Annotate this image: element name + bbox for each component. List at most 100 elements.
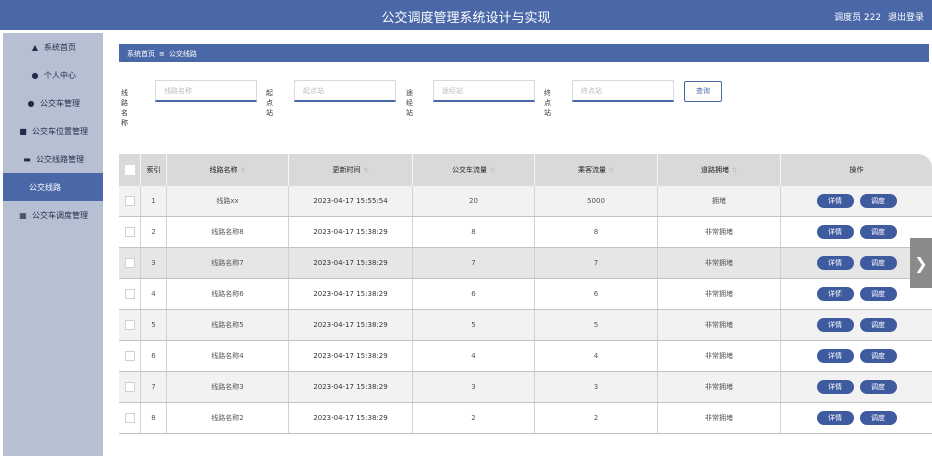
detail-button[interactable]: 详情 [816,194,854,208]
detail-button[interactable]: 详情 [816,225,854,239]
cell-index: 8 [141,403,167,433]
cell-passenger-flow: 6 [535,279,658,309]
column-header-passenger-flow[interactable]: 乘客流量 ⇅ [535,154,658,186]
cell-actions: 详情 调度 [781,186,932,216]
row-checkbox-cell [119,217,141,247]
cell-index: 7 [141,372,167,402]
logout-link[interactable]: 退出登录 [888,13,924,23]
cell-congestion: 非常拥堵 [658,403,781,433]
column-header-bus-flow[interactable]: 公交车流量 ⇅ [413,154,535,186]
sort-icon: ⇅ [608,166,615,174]
table-row[interactable]: 1 线路xx 2023-04-17 15:55:54 20 5000 拥堵 详情 调度 [119,186,932,217]
sidebar-item-label: 系统首页 [44,42,76,52]
sidebar-item-bus-routes[interactable]: 公交线路 [3,173,103,201]
clipboard-icon: ■ [19,126,27,136]
cell-update-time: 2023-04-17 15:55:54 [289,186,413,216]
select-all-checkbox[interactable] [124,165,135,175]
dispatch-button[interactable]: 调度 [859,411,897,425]
sidebar-item-label: 公交车调度管理 [32,210,88,220]
cell-congestion: 非常拥堵 [658,372,781,402]
table-row[interactable]: 3 线路名称7 2023-04-17 15:38:29 7 7 非常拥堵 详情 调度 [119,248,932,279]
sort-icon: ⇅ [489,166,496,174]
sidebar-item-bus-location[interactable]: ■ 公交车位置管理 [3,117,103,145]
detail-button[interactable]: 详情 [816,318,854,332]
cell-route-name: 线路名称8 [167,217,289,247]
cell-passenger-flow: 3 [535,372,658,402]
cell-route-name: 线路名称2 [167,403,289,433]
row-checkbox[interactable] [124,413,135,423]
cell-passenger-flow: 7 [535,248,658,278]
cell-route-name: 线路名称5 [167,310,289,340]
cell-index: 4 [141,279,167,309]
chevron-right-icon[interactable]: ❯ [910,238,932,288]
table-row[interactable]: 5 线路名称5 2023-04-17 15:38:29 5 5 非常拥堵 详情 调度 [119,310,932,341]
dispatch-button[interactable]: 调度 [859,318,897,332]
main-content: 系统首页 ≡ 公交线路 线路名称 线路名称 起点站 起点站 途经站 途经站 终点站 … [103,30,932,456]
sidebar-item-label: 公交线路 [29,182,61,192]
start-station-input[interactable]: 起点站 [294,80,396,102]
cell-index: 5 [141,310,167,340]
sidebar-item-bus-management[interactable]: ● 公交车管理 [3,89,103,117]
end-station-input[interactable]: 终点站 [572,80,674,102]
sidebar-item-label: 公交车管理 [40,98,80,108]
cell-update-time: 2023-04-17 15:38:29 [289,248,413,278]
dispatch-button[interactable]: 调度 [859,256,897,270]
row-checkbox[interactable] [124,382,135,392]
sort-icon: ⇅ [731,166,738,174]
cell-route-name: 线路xx [167,186,289,216]
detail-button[interactable]: 详情 [816,287,854,301]
cell-update-time: 2023-04-17 15:38:29 [289,341,413,371]
via-station-input[interactable]: 途经站 [433,80,535,102]
sidebar-item-home[interactable]: ▲ 系统首页 [3,33,103,61]
dispatch-button[interactable]: 调度 [859,225,897,239]
user-name: 调度员 222 [834,13,882,23]
cell-index: 2 [141,217,167,247]
search-button[interactable]: 查询 [684,81,722,102]
sidebar-item-dispatch[interactable]: ▦ 公交车调度管理 [3,201,103,229]
row-checkbox[interactable] [124,320,135,330]
cell-actions: 详情 调度 [781,310,932,340]
cell-update-time: 2023-04-17 15:38:29 [289,279,413,309]
column-header-name[interactable]: 线路名称 ⇅ [167,154,289,186]
cell-update-time: 2023-04-17 15:38:29 [289,372,413,402]
dispatch-button[interactable]: 调度 [859,194,897,208]
table-row[interactable]: 8 线路名称2 2023-04-17 15:38:29 2 2 非常拥堵 详情 调度 [119,403,932,434]
detail-button[interactable]: 详情 [816,349,854,363]
route-name-label: 线路名称 [121,89,128,127]
breadcrumb-home[interactable]: 系统首页 [127,50,155,58]
cell-congestion: 非常拥堵 [658,217,781,247]
dispatch-button[interactable]: 调度 [859,349,897,363]
row-checkbox[interactable] [124,227,135,237]
cell-congestion: 非常拥堵 [658,341,781,371]
sidebar-item-profile[interactable]: ● 个人中心 [3,61,103,89]
table-row[interactable]: 2 线路名称8 2023-04-17 15:38:29 8 8 非常拥堵 详情 调度 [119,217,932,248]
row-checkbox[interactable] [124,258,135,268]
row-checkbox[interactable] [124,351,135,361]
row-checkbox-cell [119,403,141,433]
cell-congestion: 拥堵 [658,186,781,216]
column-header-time[interactable]: 更新时间 ⇅ [289,154,413,186]
table-row[interactable]: 6 线路名称4 2023-04-17 15:38:29 4 4 非常拥堵 详情 调度 [119,341,932,372]
routes-table: 索引 线路名称 ⇅ 更新时间 ⇅ 公交车流量 ⇅ 乘客流量 ⇅ 道路拥堵 ⇅ 操作 1 线路… [119,154,932,434]
table-row[interactable]: 4 线路名称6 2023-04-17 15:38:29 6 6 非常拥堵 详情 调度 [119,279,932,310]
text-cursor-icon: I [839,292,842,302]
cell-congestion: 非常拥堵 [658,279,781,309]
user-icon: ● [31,70,39,80]
sidebar-item-route-management[interactable]: ▬ 公交线路管理 [3,145,103,173]
cell-bus-flow: 7 [413,248,535,278]
end-station-label: 终点站 [544,89,551,117]
cell-bus-flow: 2 [413,403,535,433]
table-row[interactable]: 7 线路名称3 2023-04-17 15:38:29 3 3 非常拥堵 详情 调度 [119,372,932,403]
dispatch-button[interactable]: 调度 [859,287,897,301]
user-icon: ● [27,98,35,108]
row-checkbox[interactable] [124,289,135,299]
dispatch-button[interactable]: 调度 [859,380,897,394]
row-checkbox[interactable] [124,196,135,206]
column-header-congestion[interactable]: 道路拥堵 ⇅ [658,154,781,186]
detail-button[interactable]: 详情 [816,256,854,270]
detail-button[interactable]: 详情 [816,380,854,394]
detail-button[interactable]: 详情 [816,411,854,425]
row-checkbox-cell [119,279,141,309]
route-name-input[interactable]: 线路名称 [155,80,257,102]
user-area: 调度员 222 退出登录 [834,10,924,23]
